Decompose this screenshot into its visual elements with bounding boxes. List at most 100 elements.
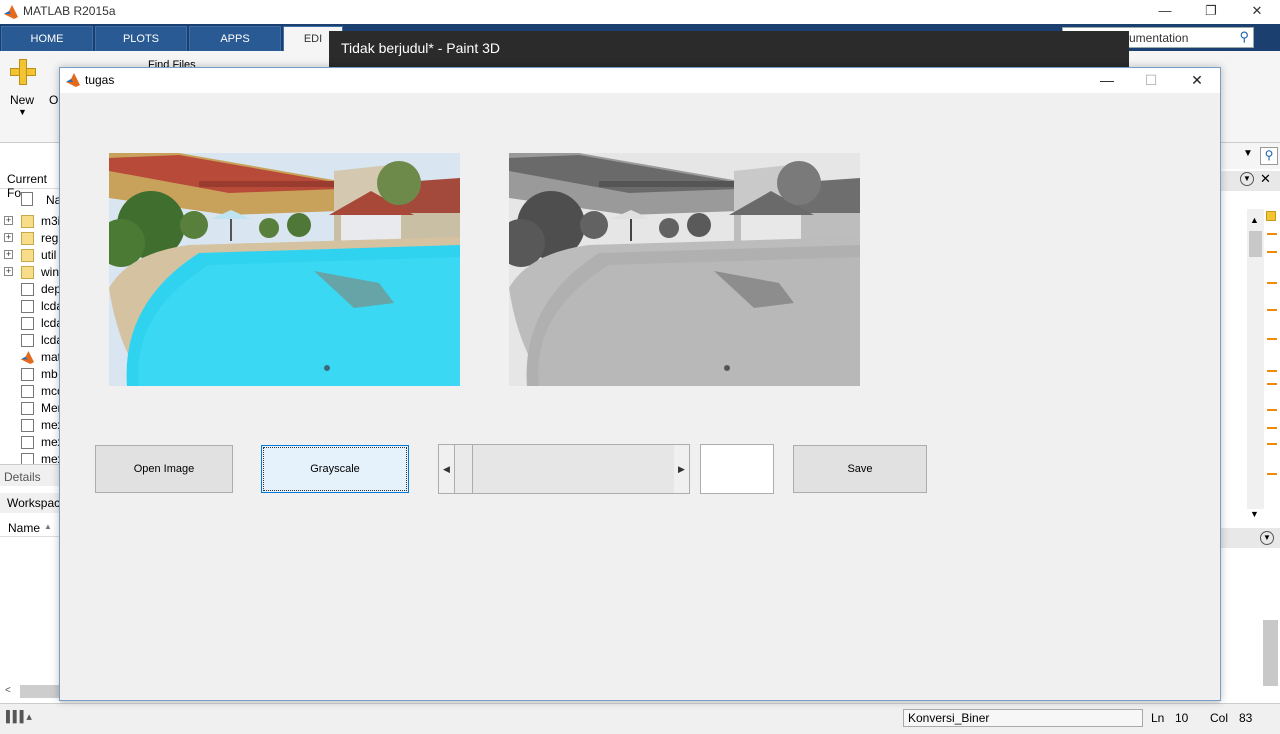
right-panel-tabbar: ▼ ✕ xyxy=(1220,171,1280,191)
save-button[interactable]: Save xyxy=(793,445,927,493)
matlab-title: MATLAB R2015a xyxy=(23,4,116,18)
status-function-name: Konversi_Biner xyxy=(908,711,990,725)
open-image-button[interactable]: Open Image xyxy=(95,445,233,493)
file-name: mb xyxy=(41,367,58,381)
file-list-item[interactable]: lcda xyxy=(0,298,63,315)
file-list-header[interactable]: Na xyxy=(0,189,61,209)
tab-home[interactable]: HOME xyxy=(1,26,93,51)
file-list-item[interactable]: mcc xyxy=(0,383,63,400)
warning-marker[interactable] xyxy=(1267,383,1277,385)
warning-marker[interactable] xyxy=(1267,370,1277,372)
status-grip-icon[interactable]: ▌▌▌▴ xyxy=(6,710,32,723)
figure-title: tugas xyxy=(85,73,115,87)
scroll-down-icon[interactable]: ▼ xyxy=(1250,509,1259,519)
warning-marker[interactable] xyxy=(1267,443,1277,445)
matlab-file-icon xyxy=(21,351,34,364)
file-list-item[interactable]: dep xyxy=(0,281,61,298)
workspace-name-header[interactable]: Name ▲ xyxy=(0,517,60,537)
grayscale-pool-image xyxy=(509,153,860,386)
horizontal-scrollbar-thumb[interactable] xyxy=(20,685,60,698)
matlab-restore-button[interactable]: ❐ xyxy=(1188,0,1234,24)
file-icon xyxy=(21,334,34,347)
new-plus-icon[interactable] xyxy=(10,59,36,85)
file-name: util xyxy=(41,248,57,262)
file-list-item[interactable]: mat xyxy=(0,349,61,366)
file-list-item[interactable]: lcda xyxy=(0,315,63,332)
expand-icon[interactable]: + xyxy=(4,216,13,225)
figure-maximize-button[interactable]: ☐ xyxy=(1128,68,1174,93)
figure-window: tugas — ☐ ✕ Open Image Grayscale ◀ ▶ Sav… xyxy=(59,67,1221,701)
status-col-value: 83 xyxy=(1239,711,1253,725)
code-analyzer-status-icon[interactable] xyxy=(1266,211,1276,221)
folder-icon xyxy=(21,266,34,279)
expand-icon[interactable]: + xyxy=(4,267,13,276)
warning-marker[interactable] xyxy=(1267,309,1277,311)
current-folder-header: Current Fo xyxy=(0,169,60,200)
matlab-close-button[interactable]: ✕ xyxy=(1234,0,1280,24)
command-window-scrollbar[interactable] xyxy=(1263,620,1278,686)
search-icon-right[interactable]: ⚲ xyxy=(1260,147,1278,165)
editor-right-panel: ▼ ⚲ ▼ ✕ ▲ ▼ ▼ xyxy=(1220,143,1280,703)
workspace-label: Workspac xyxy=(7,496,61,510)
file-name: m3i xyxy=(41,214,61,228)
tab-plots[interactable]: PLOTS xyxy=(95,26,187,51)
details-label: Details xyxy=(4,470,41,484)
sort-ascending-icon: ▲ xyxy=(44,522,52,531)
paint3d-window[interactable]: Tidak berjudul* - Paint 3D xyxy=(329,31,1129,67)
file-list-item[interactable]: mex xyxy=(0,417,64,434)
scrollbar-thumb[interactable] xyxy=(1249,231,1262,257)
original-image-axes xyxy=(109,153,460,386)
panel-close-icon[interactable]: ✕ xyxy=(1260,171,1271,187)
warning-marker[interactable] xyxy=(1267,473,1277,475)
file-name: win xyxy=(41,265,60,279)
slider-left-arrow-icon[interactable]: ◀ xyxy=(439,445,454,493)
file-list-item[interactable]: mb xyxy=(0,366,60,383)
threshold-slider[interactable]: ◀ ▶ xyxy=(438,444,690,494)
file-list-item[interactable]: Mer xyxy=(0,400,62,417)
new-button-label[interactable]: New xyxy=(10,93,34,107)
right-panel-top: ▼ ⚲ xyxy=(1220,143,1280,169)
grayscale-button[interactable]: Grayscale xyxy=(261,445,409,493)
slider-right-arrow-icon[interactable]: ▶ xyxy=(674,445,689,493)
figure-close-button[interactable]: ✕ xyxy=(1174,68,1220,93)
figure-minimize-button[interactable]: — xyxy=(1084,68,1130,93)
expand-icon[interactable]: + xyxy=(4,250,13,259)
warning-marker[interactable] xyxy=(1267,427,1277,429)
warning-marker[interactable] xyxy=(1267,338,1277,340)
folder-icon xyxy=(21,232,34,245)
matlab-minimize-button[interactable]: — xyxy=(1142,0,1188,24)
figure-matlab-icon xyxy=(66,73,80,87)
current-folder-panel: Current Fo Na + m3i + regi + util + win dep lcda l… xyxy=(0,143,64,703)
scroll-left-icon[interactable]: < xyxy=(5,685,11,696)
threshold-value-field[interactable] xyxy=(700,444,774,494)
mex-file-icon xyxy=(21,402,34,415)
expand-icon[interactable]: + xyxy=(4,233,13,242)
mex-file-icon xyxy=(21,385,34,398)
file-icon xyxy=(21,436,34,449)
file-list-item[interactable]: + util xyxy=(0,247,60,264)
file-list-item[interactable]: + regi xyxy=(0,230,61,247)
mex-file-icon xyxy=(21,419,34,432)
new-dropdown-icon[interactable]: ▼ xyxy=(18,107,27,117)
file-list-item[interactable]: lcda xyxy=(0,332,63,349)
warning-marker[interactable] xyxy=(1267,282,1277,284)
panel-menu-icon[interactable]: ▼ xyxy=(1240,172,1254,186)
warning-marker[interactable] xyxy=(1267,233,1277,235)
file-icon xyxy=(21,317,34,330)
mex-file-icon xyxy=(21,283,34,296)
command-window-header: ▼ xyxy=(1220,528,1280,548)
details-bar[interactable]: Details xyxy=(0,464,60,486)
editor-vertical-scrollbar[interactable]: ▲ ▼ xyxy=(1247,209,1264,519)
scroll-up-icon[interactable]: ▲ xyxy=(1250,215,1259,225)
warning-marker[interactable] xyxy=(1267,409,1277,411)
dropdown-arrow-icon[interactable]: ▼ xyxy=(1243,148,1253,159)
slider-thumb[interactable] xyxy=(454,445,473,493)
command-window-menu-icon[interactable]: ▼ xyxy=(1260,531,1274,545)
search-icon[interactable]: ⚲ xyxy=(1239,29,1249,45)
file-list-item[interactable]: mex xyxy=(0,434,64,451)
file-list-item[interactable]: + m3i xyxy=(0,213,60,230)
warning-marker[interactable] xyxy=(1267,251,1277,253)
folder-icon xyxy=(21,215,34,228)
file-list-item[interactable]: + win xyxy=(0,264,60,281)
tab-apps[interactable]: APPS xyxy=(189,26,281,51)
